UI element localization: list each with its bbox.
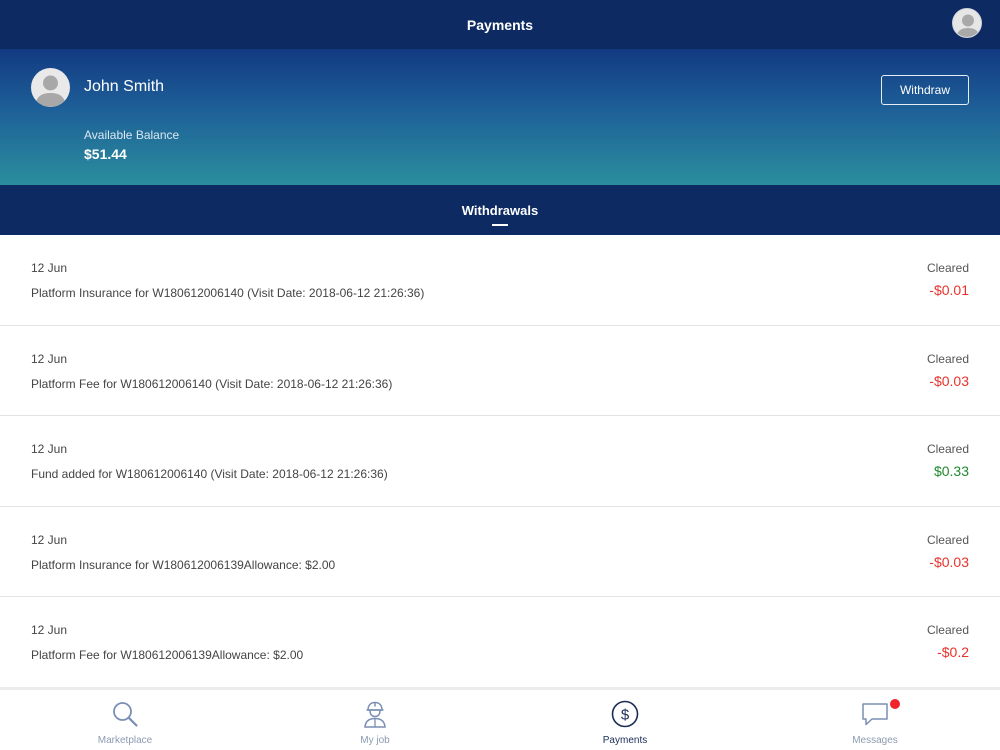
nav-label: Messages	[852, 735, 898, 746]
nav-label: Marketplace	[97, 735, 153, 746]
transaction-date: 12 Jun	[31, 351, 68, 366]
transaction-description: Platform Insurance for W180612006140 (Vi…	[31, 286, 425, 300]
transaction-description: Platform Fee for W180612006140 (Visit Da…	[31, 376, 393, 391]
nav-item-messages[interactable]: Messages	[750, 690, 1000, 750]
transaction-list[interactable]: 12 Jun Platform Insurance for W180612006…	[0, 235, 1000, 687]
transaction-amount: -$0.01	[929, 282, 969, 298]
transaction-date: 12 Jun	[31, 442, 68, 456]
search-icon	[113, 702, 138, 727]
notification-badge	[890, 699, 900, 709]
transaction-row[interactable]: 12 Jun Platform Insurance for W180612006…	[0, 235, 1000, 326]
tab-label: Withdrawals	[461, 202, 539, 218]
transaction-row[interactable]: 12 Jun Platform Insurance for W180612006…	[0, 507, 1000, 597]
transaction-status: Cleared	[926, 532, 969, 547]
top-bar: Payments	[0, 0, 1000, 49]
transaction-description: Fund added for W180612006140 (Visit Date…	[31, 467, 388, 481]
tab-strip: Withdrawals	[0, 185, 1000, 235]
transaction-status: Cleared	[926, 351, 969, 366]
balance-value: $51.44	[84, 146, 127, 162]
transaction-amount: $0.33	[933, 463, 969, 479]
nav-label: Payments	[602, 735, 648, 746]
user-avatar[interactable]	[952, 8, 982, 38]
transaction-row[interactable]: 12 Jun Platform Fee for W180612006139All…	[0, 597, 1000, 687]
tab-withdrawals[interactable]: Withdrawals	[462, 185, 538, 235]
transaction-amount: -$0.03	[929, 553, 969, 570]
transaction-date: 12 Jun	[31, 261, 68, 275]
svg-text:$: $	[621, 707, 630, 724]
transaction-description: Platform Fee for W180612006139Allowance:…	[31, 648, 304, 662]
person-silhouette-icon	[35, 75, 66, 107]
nav-item-payments[interactable]: $ Payments	[500, 690, 750, 750]
payments-screen: Payments John Smith Available Balance $5…	[0, 0, 1000, 750]
transaction-amount: -$0.2	[937, 644, 969, 660]
transaction-date: 12 Jun	[31, 532, 68, 547]
dollar-circle-icon: $	[611, 700, 639, 728]
chat-bubble-icon	[862, 703, 888, 726]
active-tab-indicator	[491, 224, 508, 226]
transaction-description: Platform Insurance for W180612006139Allo…	[31, 557, 336, 572]
transaction-row[interactable]: 12 Jun Platform Fee for W180612006140 (V…	[0, 326, 1000, 416]
withdraw-button[interactable]: Withdraw	[881, 75, 969, 105]
profile-name: John Smith	[84, 78, 165, 95]
person-silhouette-icon	[956, 14, 980, 37]
transaction-status: Cleared	[926, 261, 969, 275]
transaction-amount: -$0.03	[929, 372, 969, 389]
page-title: Payments	[466, 16, 534, 33]
profile-avatar	[31, 68, 70, 107]
profile-header: John Smith Available Balance $51.44 With…	[0, 49, 1000, 185]
transaction-date: 12 Jun	[31, 623, 68, 637]
transaction-status: Cleared	[926, 442, 969, 456]
nav-item-marketplace[interactable]: Marketplace	[0, 690, 250, 750]
worker-helmet-icon	[364, 701, 386, 728]
balance-label: Available Balance	[84, 128, 180, 142]
transaction-row[interactable]: 12 Jun Fund added for W180612006140 (Vis…	[0, 416, 1000, 507]
nav-item-my-job[interactable]: My job	[250, 690, 500, 750]
bottom-nav: Marketplace My job $ Payments Messages	[0, 687, 1000, 750]
transaction-status: Cleared	[926, 623, 969, 637]
nav-label: My job	[360, 735, 390, 746]
